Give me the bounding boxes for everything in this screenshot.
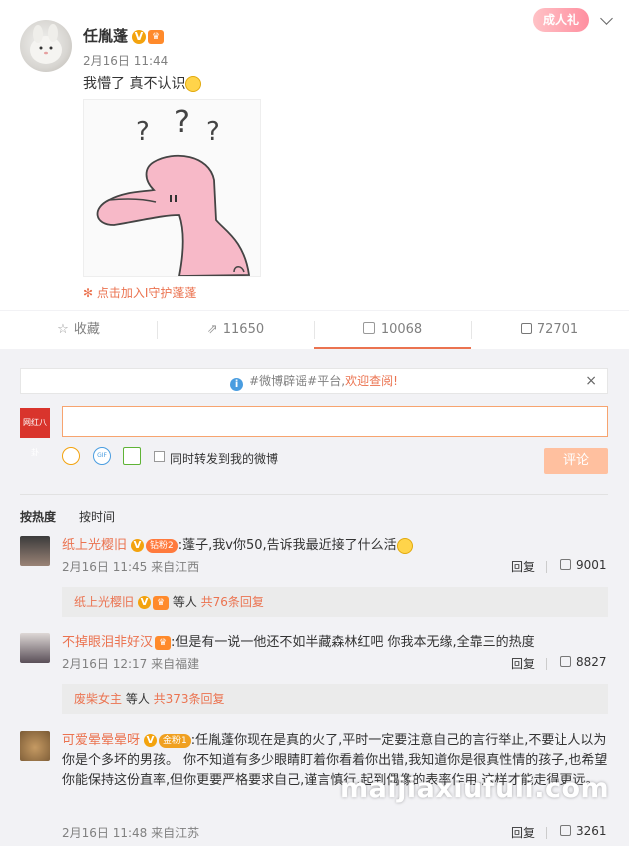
verified-icon: V [144,734,158,747]
svg-text:?: ? [174,105,190,140]
flower-icon: ✻ [83,286,94,300]
verified-icon: V [131,539,145,552]
divider [546,561,547,573]
sub-replies-summary[interactable]: 废柴女主 等人 共373条回复 [62,684,608,714]
image-icon[interactable] [123,447,141,465]
join-fan-group-link[interactable]: ✻ 点击加入I守护蓬蓬 [83,284,196,301]
post-time[interactable]: 2月16日 11:44 [83,52,168,69]
favorite-button[interactable]: ☆ 收藏 [0,311,157,349]
author-name[interactable]: 任胤蓬 V ♛ [83,25,165,46]
comment-text: 纸上光樱旧 V 钻粉2:蓬子,我v你50,告诉我最近接了什么活 [62,536,608,556]
comment-meta: 2月16日 11:48 来自江苏 [62,826,200,840]
divider [546,658,547,670]
member-crown-icon: ♛ [155,635,172,650]
forward-checkbox-label[interactable]: 同时转发到我的微博 [170,450,278,467]
comment-input[interactable] [62,406,608,437]
tab-sort-time[interactable]: 按时间 [79,508,115,525]
reply-button[interactable]: 回复 [511,655,535,672]
close-icon[interactable]: × [585,369,597,393]
comment-item: 纸上光樱旧 V 钻粉2:蓬子,我v你50,告诉我最近接了什么活 2月16日 11:4… [20,536,608,622]
commenter-avatar[interactable] [20,731,50,761]
gift-badge[interactable]: 成人礼 [533,8,589,32]
author-avatar[interactable] [20,20,72,72]
verified-icon: V [138,596,152,609]
action-bar: ☆ 收藏 ⇗ 11650 10068 72701 [0,310,629,350]
commenter-avatar[interactable] [20,633,50,663]
fan-badge: 钻粉2 [146,538,178,553]
fan-badge: 金粉1 [159,733,191,748]
comment-meta: 2月16日 11:45 来自江西 [62,560,200,574]
sub-replies-summary[interactable]: 纸上光樱旧 V ♛ 等人 共76条回复 [62,587,608,617]
gif-icon[interactable]: GIF [93,447,111,465]
forward-icon: ⇗ [206,322,218,337]
member-crown-icon: ♛ [148,29,165,44]
like-icon [560,825,571,836]
comment-like-button[interactable]: 3261 [560,824,607,838]
chevron-down-icon[interactable] [600,12,613,25]
comment-item: 不掉眼泪非好汉 ♛:但是有一说一他还不如半藏森林红吧 你我本无缘,全靠三的热度 2… [20,633,608,719]
member-crown-icon: ♛ [153,595,170,610]
post-image[interactable]: ? ? ? [83,99,261,277]
comment-icon [362,322,375,334]
pink-rabbit-question-illustration: ? ? ? [96,105,251,277]
emoji-icon[interactable] [62,447,80,465]
comment-text: 不掉眼泪非好汉 ♛:但是有一说一他还不如半藏森林红吧 你我本无缘,全靠三的热度 [62,635,535,650]
like-icon [560,656,571,667]
my-avatar[interactable]: 网红八卦 [20,408,50,457]
like-icon [560,559,571,570]
comment-button[interactable]: 10068 [314,311,471,349]
tab-sort-hot[interactable]: 按热度 [20,508,56,525]
like-icon [520,323,532,334]
divider [20,494,608,495]
laugh-cry-emoji-icon [185,76,202,92]
comment-meta: 2月16日 12:17 来自福建 [62,657,200,671]
post-content: 我懵了 真不认识 [83,73,202,93]
like-button[interactable]: 72701 [471,311,628,349]
site-watermark: maijiaxiufuli.com [340,773,610,804]
info-icon: i [230,378,244,391]
forward-button[interactable]: ⇗ 11650 [157,311,314,349]
star-icon: ☆ [57,322,69,337]
forward-checkbox[interactable] [154,451,165,462]
svg-text:?: ? [136,117,150,147]
reply-button[interactable]: 回复 [511,558,535,575]
weibo-post: 任胤蓬 V ♛ 2月16日 11:44 我懵了 真不认识 ? ? ? ✻ 点击加入I… [0,0,629,310]
divider [546,827,547,839]
emoji-icon [396,537,413,554]
commenter-avatar[interactable] [20,536,50,566]
verified-icon: V [132,29,147,44]
comment-like-button[interactable]: 8827 [560,655,607,669]
comment-like-button[interactable]: 9001 [560,558,607,572]
reply-button[interactable]: 回复 [511,824,535,841]
svg-text:?: ? [206,117,220,147]
submit-comment-button[interactable]: 评论 [544,448,608,474]
notice-link[interactable]: 欢迎查阅! [345,374,398,388]
rumor-notice-bar: i #微博辟谣#平台,欢迎查阅! × [20,368,608,394]
